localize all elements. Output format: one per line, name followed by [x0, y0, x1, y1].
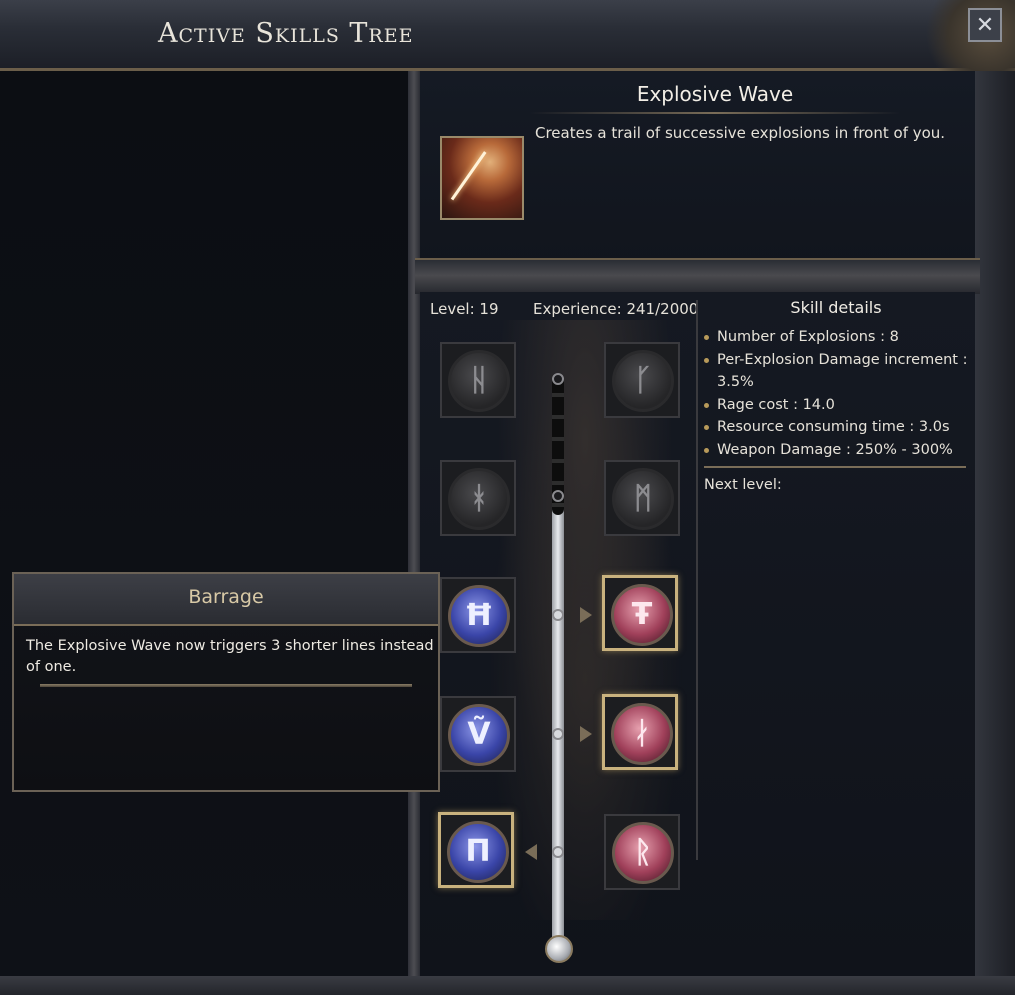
track-node: [552, 373, 564, 385]
rune-icon: Ṽ: [448, 704, 510, 766]
rune-slot[interactable]: ᚺ: [440, 342, 516, 418]
rune-slot-selected[interactable]: Π: [438, 812, 514, 888]
rune-icon: ᛅ: [611, 703, 673, 765]
experience-label: Experience: 241/2000: [533, 300, 699, 318]
bottom-frame: [0, 976, 1015, 995]
track-node: [552, 609, 564, 621]
title-bar: Active Skills Tree: [0, 0, 1015, 74]
track-node: [552, 728, 564, 740]
rune-icon: ᚴ: [612, 350, 674, 412]
skills-window: Active Skills Tree ✕ Explosive Wave Crea…: [0, 0, 1015, 995]
rune-icon: Π: [447, 821, 509, 883]
skill-details-list: Number of Explosions : 8 Per-Explosion D…: [704, 326, 969, 461]
track-node: [552, 490, 564, 502]
rune-icon: ᚺ: [448, 350, 510, 412]
rune-tooltip: Barrage The Explosive Wave now triggers …: [12, 572, 440, 792]
window-title: Active Skills Tree: [158, 18, 414, 49]
rune-icon: Ŧ: [611, 584, 673, 646]
rune-slot-selected[interactable]: Ŧ: [602, 575, 678, 651]
details-divider: [696, 300, 698, 860]
detail-item: Rage cost : 14.0: [704, 394, 969, 417]
rune-slot[interactable]: ᛗ: [604, 460, 680, 536]
right-frame: [975, 71, 1015, 976]
level-label: Level: 19: [430, 300, 499, 318]
section-divider: [415, 258, 980, 294]
next-level-label: Next level:: [704, 477, 782, 493]
arrow-left-icon: [525, 844, 537, 860]
explosive-wave-icon: [440, 136, 524, 220]
close-button[interactable]: ✕: [968, 8, 1002, 42]
arrow-right-icon: [580, 726, 592, 742]
rune-icon: ᚱ: [612, 822, 674, 884]
tooltip-header: Barrage: [14, 574, 438, 626]
rune-icon: ᚼ: [448, 468, 510, 530]
details-separator: [704, 466, 966, 468]
left-panel: [0, 71, 408, 976]
tooltip-separator: [40, 684, 412, 687]
tooltip-title: Barrage: [188, 586, 264, 608]
skill-name-underline: [530, 112, 900, 114]
detail-item: Number of Explosions : 8: [704, 326, 969, 349]
skill-details-title: Skill details: [790, 298, 882, 317]
skill-description: Creates a trail of successive explosions…: [535, 124, 946, 142]
arrow-right-icon: [580, 607, 592, 623]
detail-item: Weapon Damage : 250% - 300%: [704, 439, 969, 462]
skill-name: Explosive Wave: [636, 82, 794, 106]
track-node: [552, 846, 564, 858]
rune-slot[interactable]: ᚴ: [604, 342, 680, 418]
detail-item: Per-Explosion Damage increment : 3.5%: [704, 349, 969, 394]
rune-slot[interactable]: Ṽ: [440, 696, 516, 772]
detail-item: Resource consuming time : 3.0s: [704, 416, 969, 439]
rune-icon: Ħ: [448, 585, 510, 647]
tooltip-text: The Explosive Wave now triggers 3 shorte…: [26, 638, 434, 675]
rune-slot-selected[interactable]: ᛅ: [602, 694, 678, 770]
rune-icon: ᛗ: [612, 468, 674, 530]
rune-slot[interactable]: ᚱ: [604, 814, 680, 890]
rune-slot[interactable]: ᚼ: [440, 460, 516, 536]
rune-slot[interactable]: Ħ: [440, 577, 516, 653]
track-end-orb-icon: [545, 935, 573, 963]
panel-divider: [408, 71, 420, 976]
